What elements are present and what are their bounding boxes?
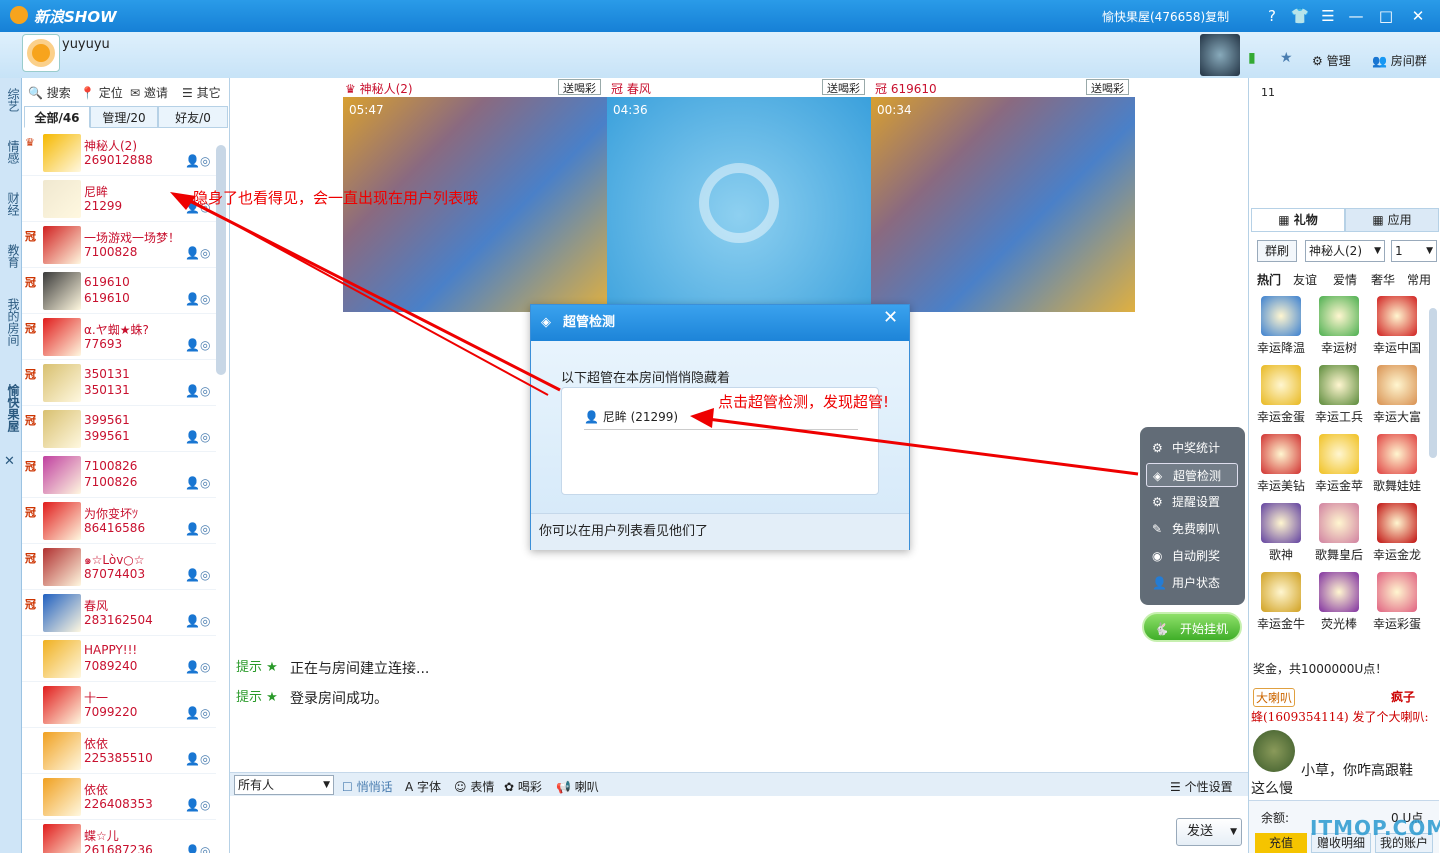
annotation-invisible-note: 隐身了也看得见，会一直出现在用户列表哦 [193, 189, 479, 207]
annotation-detect-note: 点击超管检测，发现超管! [718, 393, 890, 411]
watermark: ITMOP.COM [1310, 816, 1440, 840]
annotation-arrows [170, 192, 1139, 476]
